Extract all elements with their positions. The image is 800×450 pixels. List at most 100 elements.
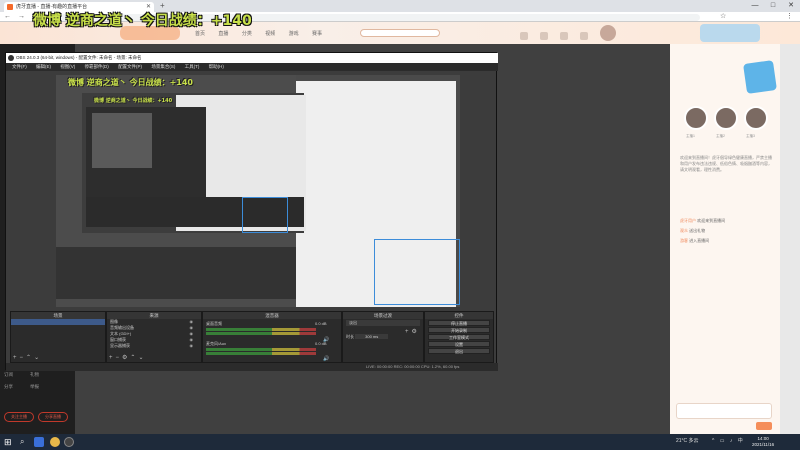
up-icon[interactable]: ⌃ [130,355,135,361]
duration-label: 时长 [346,334,354,339]
streamer-avatar[interactable] [714,106,738,130]
exit-button[interactable]: 退出 [428,348,490,354]
remove-icon[interactable]: − [116,355,120,361]
forward-icon[interactable]: → [18,12,25,22]
controls-dock: 控件 停止直播 开始录制 工作室模式 设置 退出 [424,311,494,363]
remove-icon[interactable]: − [20,355,24,361]
menu-profile[interactable]: 配置文件(P) [118,64,142,69]
mixer-track-level: 0.0 dB [315,321,327,326]
mixer-track-name: 桌面音频 [206,321,222,326]
search-icon[interactable]: ⌕ [20,437,30,447]
streamer-avatar[interactable] [744,106,768,130]
stop-streaming-button[interactable]: 停止直播 [428,320,490,326]
transitions-header: 场景过渡 [343,312,423,319]
source-label: 文本 (GDI+) [110,331,132,336]
nav-item-video[interactable]: 视频 [265,31,275,37]
message-icon[interactable] [580,32,588,40]
source-item[interactable]: 显示器捕获 ◉ [107,343,201,349]
controls-header: 控件 [425,312,493,319]
star-icon[interactable]: ☆ [720,12,726,22]
gear-icon[interactable]: ⚙ [122,355,127,361]
left-label: 分享 [4,384,13,389]
history-icon[interactable] [520,32,528,40]
nav-item-live[interactable]: 直播 [218,31,228,37]
chat-user[interactable]: 观众 [680,228,688,233]
settings-button[interactable]: 设置 [428,341,490,347]
right-tool-strip [780,44,800,434]
scenes-dock: 场景 + − ⌃ ⌄ [10,311,106,363]
speaker-icon[interactable]: 🔊 [323,356,329,362]
scenes-header: 场景 [11,312,105,319]
weather-widget[interactable]: 21°C 多云 [676,437,699,444]
header-banner [700,24,760,42]
follow-button[interactable]: 关注主播 [4,412,34,422]
transition-select[interactable]: 淡出 [346,320,420,326]
chat-user[interactable]: 游客 [680,238,688,243]
close-window-button[interactable]: ✕ [782,0,800,12]
nav-item-home[interactable]: 首页 [195,31,205,37]
add-icon[interactable]: + [13,355,17,361]
obs-status-bar: LIVE: 00:00:00 REC: 00:00:00 CPU: 1.2%, … [6,363,498,371]
chat-text: 进入直播间 [689,238,710,243]
menu-icon[interactable]: ⋮ [786,12,793,22]
streamer-avatar[interactable] [684,106,708,130]
obs-preview[interactable]: 微博 逆商之道丶 今日战绩：+140 微博 逆商之道丶 今日战绩：+140 [56,75,460,307]
audio-meter [206,348,316,351]
user-avatar[interactable] [600,25,616,41]
start-recording-button[interactable]: 开始录制 [428,327,490,333]
menu-edit[interactable]: 编辑(E) [36,64,51,69]
chrome-icon[interactable] [50,437,60,447]
mixer-header: 混音器 [203,312,341,319]
menu-tools[interactable]: 工具(T) [185,64,200,69]
site-nav: 首页 直播 分类 视频 游戏 赛事 [195,30,334,37]
obs-window: OBS 24.0.3 (64-bit, windows) - 配置文件: 未命名… [5,52,498,371]
scene-item[interactable] [11,319,105,325]
down-icon[interactable]: ⌄ [34,355,39,361]
menu-scene-collection[interactable]: 场景集合(S) [151,64,175,69]
header-icons [520,27,600,45]
promo-badge[interactable] [743,60,777,94]
tray-icons[interactable]: ^ ▭ ♪ 中 [712,437,745,444]
nav-item-games[interactable]: 游戏 [289,31,299,37]
duration-input[interactable]: 300 ms [355,334,389,339]
subscribe-icon[interactable] [540,32,548,40]
new-tab-button[interactable]: + [160,1,165,10]
nav-item-events[interactable]: 赛事 [312,31,322,37]
sources-header: 来源 [107,312,201,319]
menu-file[interactable]: 文件(F) [12,64,27,69]
windows-start-icon[interactable]: ⊞ [4,437,14,447]
eye-icon[interactable]: ◉ [190,343,194,349]
studio-mode-button[interactable]: 工作室模式 [428,334,490,340]
menu-view[interactable]: 视图(V) [60,64,75,69]
share-button[interactable]: 分享直播 [38,412,68,422]
send-button[interactable] [756,422,772,430]
menu-docks[interactable]: 停靠部件(D) [85,64,109,69]
down-icon[interactable]: ⌄ [138,355,143,361]
maximize-button[interactable]: □ [764,0,782,12]
obs-title-bar: OBS 24.0.3 (64-bit, windows) - 配置文件: 未命名… [6,53,498,63]
download-icon[interactable] [560,32,568,40]
chat-user[interactable]: 虎牙用户 [680,218,696,223]
left-label: 订阅 [4,372,13,377]
add-icon[interactable]: + [109,355,113,361]
clock[interactable]: 14:00 2021/11/16 [752,436,774,448]
minimize-button[interactable]: — [746,0,764,12]
audio-meter [206,328,316,331]
source-label: 显示器捕获 [110,343,130,348]
obs-icon[interactable] [64,437,74,447]
streamer-name: 主播2 [716,134,725,138]
up-icon[interactable]: ⌃ [26,355,31,361]
audio-meter [206,332,316,335]
clock-date: 2021/11/16 [752,442,775,447]
obs-logo-icon [8,55,14,61]
audio-meter [206,352,316,355]
stream-overlay-title: 微博 逆商之道丶 今日战绩：+140 [33,13,252,29]
back-icon[interactable]: ← [4,12,11,22]
streamer-name: 主播1 [686,134,695,138]
nav-item-category[interactable]: 分类 [242,31,252,37]
nested-overlay-title: 微博 逆商之道丶 今日战绩：+140 [94,98,173,104]
site-search-input[interactable] [360,29,440,37]
task-view-icon[interactable] [34,437,44,447]
menu-help[interactable]: 帮助(H) [209,64,224,69]
chat-input[interactable] [676,403,772,419]
